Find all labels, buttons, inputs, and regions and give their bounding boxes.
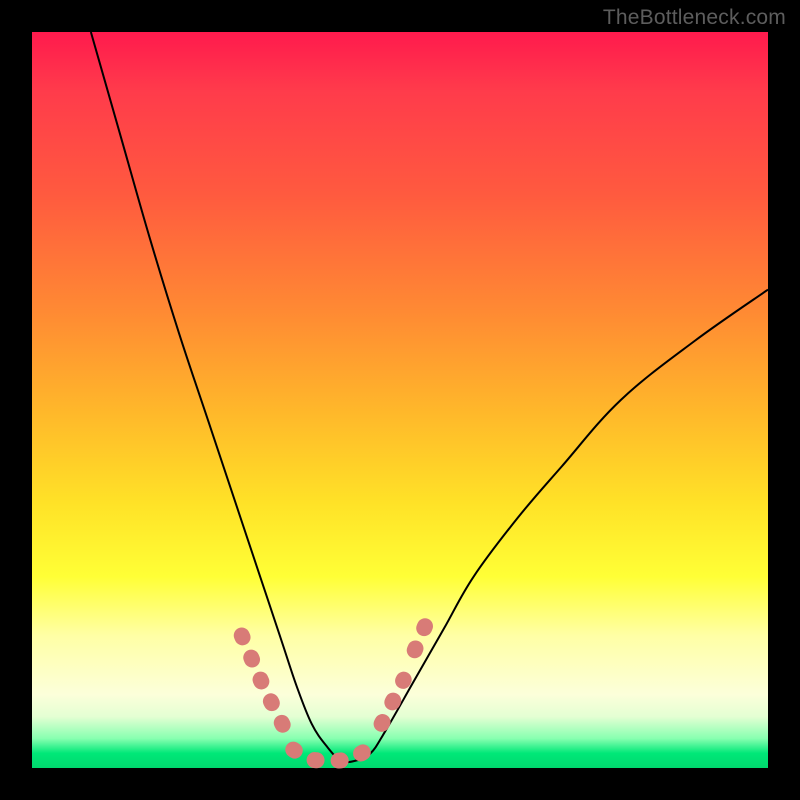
highlight-segment-0 — [242, 636, 286, 732]
chart-svg — [32, 32, 768, 768]
curve-layer — [91, 32, 768, 762]
bottleneck-curve — [91, 32, 768, 762]
chart-stage: TheBottleneck.com — [0, 0, 800, 800]
highlight-layer — [242, 624, 426, 760]
highlight-segment-3 — [415, 624, 426, 650]
plot-area — [32, 32, 768, 768]
watermark-text: TheBottleneck.com — [603, 6, 786, 30]
